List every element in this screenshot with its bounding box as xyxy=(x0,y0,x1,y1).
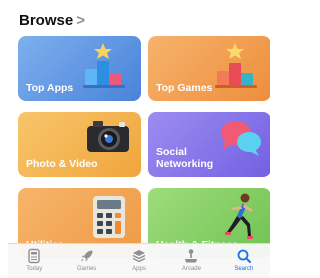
camera-icon xyxy=(87,121,129,152)
tab-bar: Today Games Apps Arcade Search xyxy=(8,243,270,278)
joystick-icon xyxy=(185,249,198,263)
tab-label: Games xyxy=(76,266,97,272)
tab-today[interactable]: Today xyxy=(8,244,60,278)
chevron-right-icon: > xyxy=(76,11,85,29)
category-label: Top Games xyxy=(156,82,213,94)
category-tile-photo-video[interactable]: Photo & Video xyxy=(18,112,141,177)
browse-header[interactable]: Browse > xyxy=(19,10,85,30)
category-tile-top-games[interactable]: Top Games xyxy=(148,36,270,101)
chat-bubbles-icon xyxy=(221,121,261,156)
tab-label: Apps xyxy=(132,266,146,272)
category-tile-top-apps[interactable]: Top Apps xyxy=(18,36,141,101)
page-title: Browse xyxy=(19,11,74,29)
rocket-icon xyxy=(80,250,93,262)
trophy-podium-icon xyxy=(215,43,257,88)
today-icon xyxy=(28,248,40,264)
browse-screen: Browse > Top Apps Top Games Photo & Vide… xyxy=(8,2,270,278)
tab-arcade[interactable]: Arcade xyxy=(165,244,217,278)
category-tile-social-networking[interactable]: Social Networking xyxy=(148,112,270,177)
category-label: Top Apps xyxy=(26,82,74,94)
calculator-icon xyxy=(93,196,125,238)
tab-apps[interactable]: Apps xyxy=(113,244,165,278)
tab-games[interactable]: Games xyxy=(60,244,112,278)
layers-icon xyxy=(132,250,146,263)
tab-label: Today xyxy=(26,266,43,272)
tab-search[interactable]: Search xyxy=(218,244,270,278)
trophy-podium-icon xyxy=(83,43,125,88)
category-label: Photo & Video xyxy=(26,158,98,170)
tab-label: Search xyxy=(234,266,254,272)
category-label: Social Networking xyxy=(156,146,214,170)
runner-icon xyxy=(225,193,253,239)
search-icon xyxy=(237,249,251,263)
tab-label: Arcade xyxy=(181,266,201,272)
